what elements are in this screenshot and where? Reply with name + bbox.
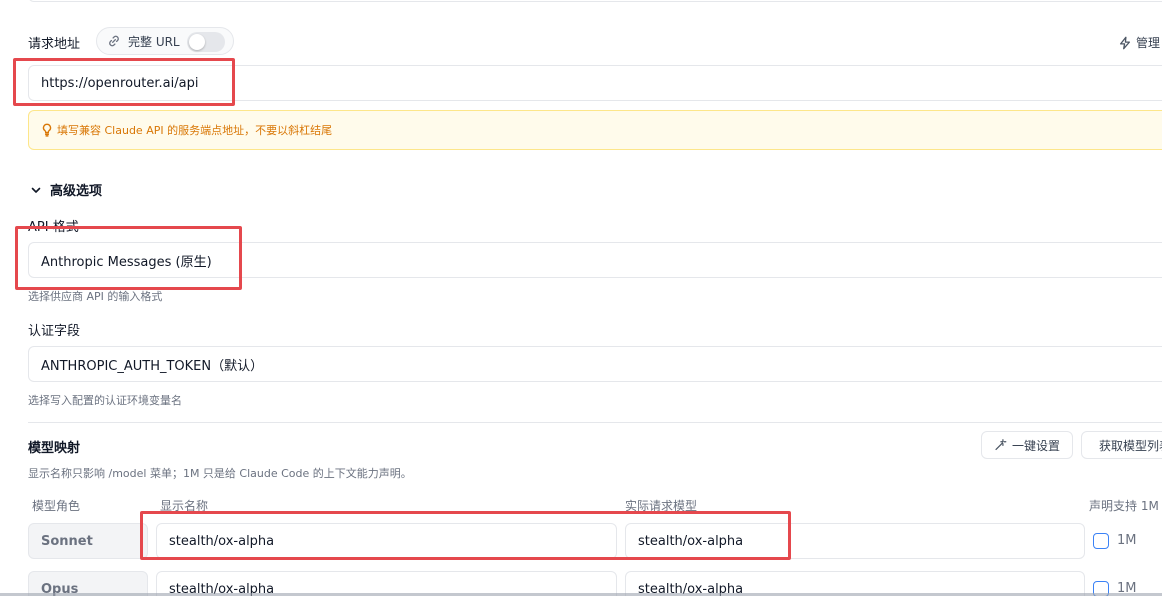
column-header-role: 模型角色 bbox=[32, 499, 81, 513]
request-model-input[interactable]: stealth/ox-alpha bbox=[625, 523, 1085, 559]
display-name-input[interactable]: stealth/ox-alpha bbox=[156, 523, 617, 559]
model-role-sonnet: Sonnet bbox=[28, 523, 148, 559]
support-1m-label: 1M bbox=[1117, 533, 1137, 548]
link-icon bbox=[109, 35, 119, 47]
divider bbox=[28, 422, 1162, 423]
lightbulb-icon bbox=[42, 123, 52, 137]
api-format-label: API 格式 bbox=[28, 220, 79, 235]
request-url-warning: 填写兼容 Claude API 的服务端点地址，不要以斜杠结尾 bbox=[28, 110, 1162, 150]
switch-knob bbox=[189, 34, 205, 50]
lightning-icon bbox=[1119, 36, 1131, 49]
advanced-options-toggle[interactable]: 高级选项 bbox=[30, 180, 102, 199]
magic-wand-icon bbox=[995, 439, 1007, 451]
manage-label: 管理 bbox=[1136, 36, 1161, 50]
model-mapping-title: 模型映射 bbox=[28, 441, 81, 456]
column-header-display-name: 显示名称 bbox=[160, 499, 209, 513]
full-url-toggle-label: 完整 URL bbox=[128, 34, 180, 49]
model-mapping-hint: 显示名称只影响 /model 菜单；1M 只是给 Claude Code 的上下… bbox=[28, 467, 412, 480]
one-click-setup-label: 一键设置 bbox=[1011, 438, 1060, 453]
column-header-request-model: 实际请求模型 bbox=[625, 499, 698, 513]
warning-text: 填写兼容 Claude API 的服务端点地址，不要以斜杠结尾 bbox=[57, 124, 333, 137]
previous-field bbox=[28, 0, 1162, 2]
auth-field-label: 认证字段 bbox=[28, 324, 81, 339]
request-url-input[interactable]: https://openrouter.ai/api bbox=[28, 65, 1162, 101]
support-1m-checkbox[interactable] bbox=[1093, 533, 1109, 549]
fetch-models-label: 获取模型列表 bbox=[1099, 438, 1162, 453]
api-format-hint: 选择供应商 API 的输入格式 bbox=[28, 290, 163, 303]
api-format-select[interactable]: Anthropic Messages (原生) bbox=[28, 242, 1162, 278]
auth-field-hint: 选择写入配置的认证环境变量名 bbox=[28, 394, 182, 407]
auth-field-select[interactable]: ANTHROPIC_AUTH_TOKEN（默认） bbox=[28, 346, 1162, 382]
manage-button[interactable]: 管理 bbox=[1118, 34, 1160, 51]
full-url-toggle-group[interactable]: 完整 URL bbox=[96, 27, 234, 55]
request-url-label: 请求地址 bbox=[28, 37, 81, 52]
chevron-down-icon bbox=[31, 187, 41, 193]
one-click-setup-button[interactable]: 一键设置 bbox=[981, 431, 1073, 459]
full-url-switch[interactable] bbox=[187, 32, 225, 52]
fetch-models-button[interactable]: 获取模型列表 bbox=[1081, 431, 1162, 459]
advanced-options-title: 高级选项 bbox=[50, 184, 103, 199]
column-header-1m-support: 声明支持 1M bbox=[1089, 499, 1159, 513]
